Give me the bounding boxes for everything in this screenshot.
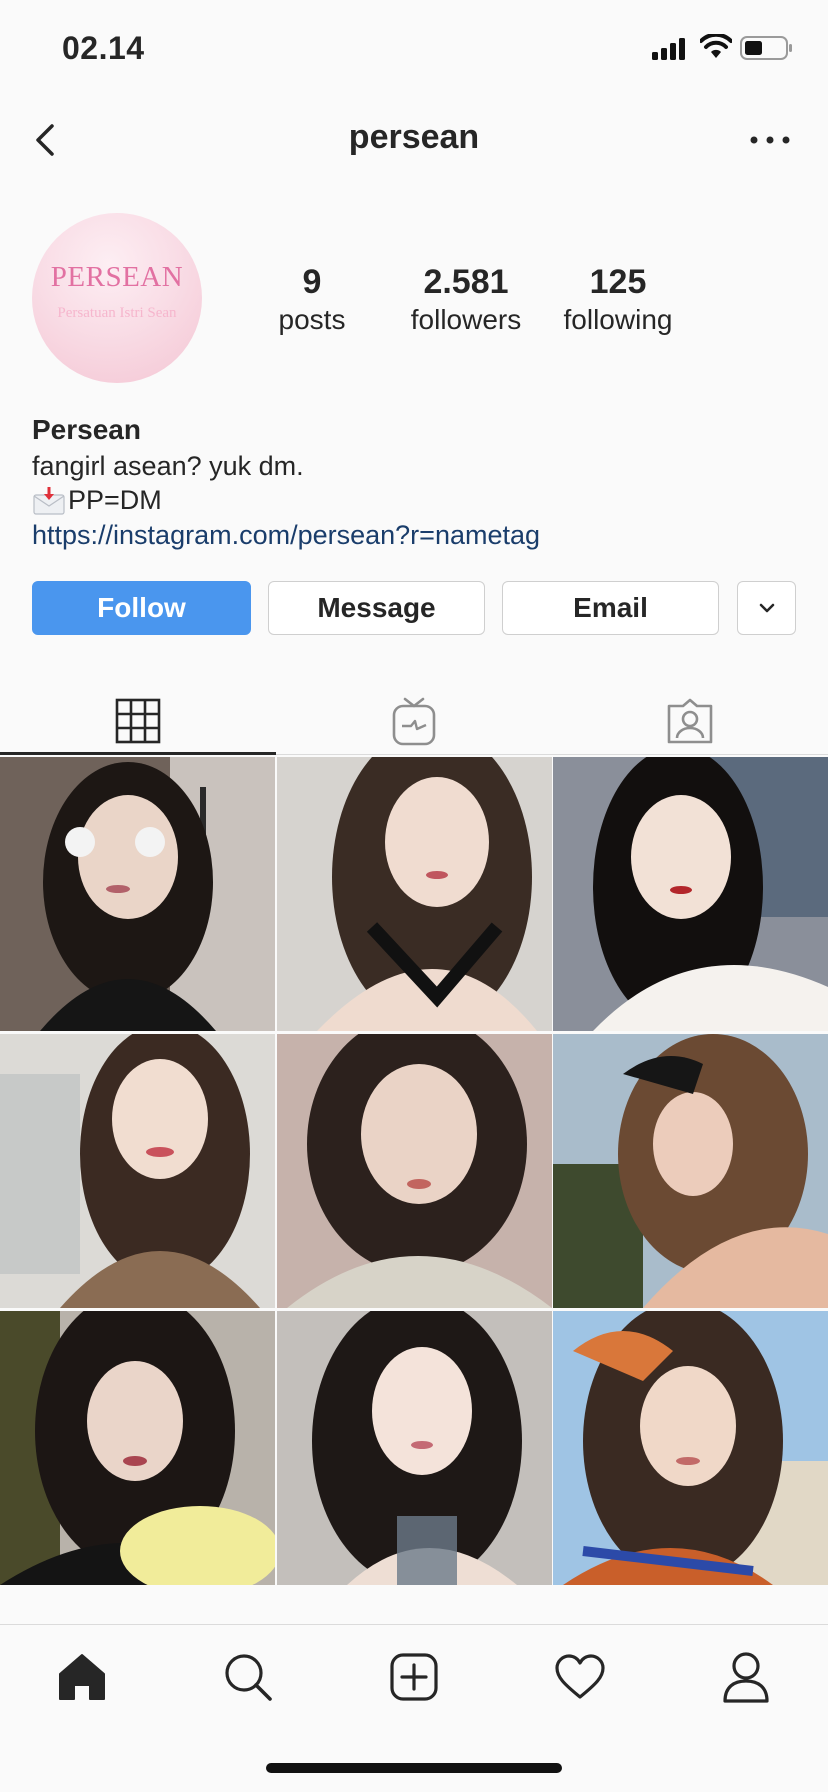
posts-grid — [0, 757, 828, 1586]
bio-text-line2-label: PP=DM — [68, 485, 162, 515]
stat-followers-value: 2.581 — [423, 263, 509, 301]
home-icon — [59, 1654, 105, 1700]
tab-igtv[interactable] — [276, 684, 552, 758]
avatar-logo-subtitle: Persatuan Istri Sean — [57, 305, 177, 321]
bio-text: fangirl asean? yuk dm. — [32, 451, 304, 481]
post-thumbnail-2[interactable] — [277, 757, 552, 1031]
stat-followers[interactable]: 2.581 followers — [386, 262, 546, 338]
follow-button[interactable]: Follow — [32, 581, 251, 635]
wifi-icon — [700, 34, 732, 58]
post-thumbnail-6[interactable] — [553, 1034, 828, 1308]
avatar-logo-text: PERSEAN — [50, 261, 184, 293]
heart-icon — [555, 1654, 605, 1699]
battery-icon — [740, 36, 792, 60]
bio-link[interactable]: https://instagram.com/persean?r=nametag — [32, 520, 540, 551]
page-title: persean — [348, 118, 480, 156]
stat-following-value: 125 — [589, 263, 647, 301]
stat-following[interactable]: 125 following — [538, 262, 698, 338]
profile-name: Persean — [32, 414, 141, 445]
status-bar: 02.14 — [0, 0, 828, 96]
post-thumbnail-5[interactable] — [277, 1034, 552, 1308]
more-options-button[interactable] — [740, 118, 800, 162]
search-icon — [225, 1654, 272, 1701]
suggested-dropdown-button[interactable] — [737, 581, 796, 635]
more-horizontal-icon — [750, 136, 790, 144]
active-tab-indicator — [0, 752, 276, 755]
bio-text-line2: PP=DM — [32, 485, 162, 516]
post-thumbnail-1[interactable] — [0, 757, 275, 1031]
stat-following-label: following — [563, 304, 673, 335]
tagged-person-icon — [667, 698, 713, 744]
post-thumbnail-3[interactable] — [553, 757, 828, 1031]
home-indicator — [266, 1763, 562, 1773]
nav-home[interactable] — [42, 1642, 122, 1712]
nav-new-post[interactable] — [374, 1642, 454, 1712]
plus-square-icon — [390, 1653, 438, 1701]
post-thumbnail-8[interactable] — [277, 1311, 552, 1585]
post-thumbnail-9[interactable] — [553, 1311, 828, 1585]
profile-icon — [723, 1652, 769, 1703]
post-thumbnail-7[interactable] — [0, 1311, 275, 1585]
stat-posts-value: 9 — [302, 263, 322, 301]
message-button[interactable]: Message — [268, 581, 485, 635]
chevron-down-icon — [759, 603, 774, 613]
nav-activity[interactable] — [540, 1642, 620, 1712]
stat-posts[interactable]: 9 posts — [232, 262, 392, 338]
stat-followers-label: followers — [410, 304, 522, 335]
post-thumbnail-4[interactable] — [0, 1034, 275, 1308]
tab-tagged[interactable] — [552, 684, 828, 758]
email-button[interactable]: Email — [502, 581, 719, 635]
nav-search[interactable] — [208, 1642, 288, 1712]
signal-icon — [652, 38, 685, 60]
status-time: 02.14 — [62, 30, 145, 66]
bottom-nav-divider — [0, 1624, 828, 1625]
envelope-with-arrow-icon — [33, 486, 65, 515]
nav-profile[interactable] — [706, 1642, 786, 1712]
avatar[interactable]: PERSEAN Persatuan Istri Sean — [32, 213, 202, 383]
tab-grid[interactable] — [0, 684, 276, 758]
grid-icon — [115, 698, 161, 744]
stat-posts-label: posts — [278, 304, 346, 335]
igtv-icon — [392, 697, 436, 746]
